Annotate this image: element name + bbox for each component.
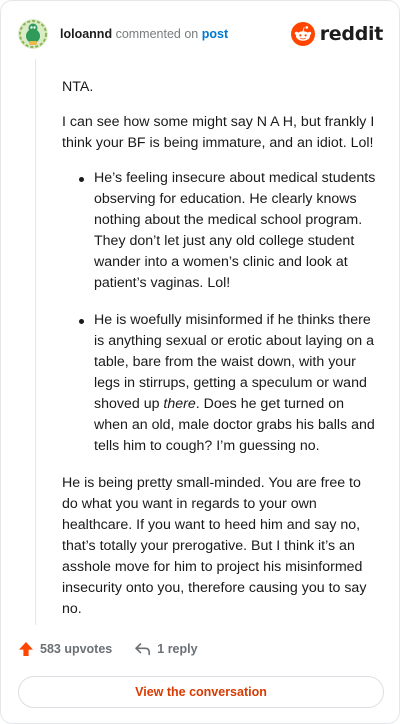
avatar-icon — [18, 19, 48, 49]
upvote-button[interactable]: 583 upvotes — [18, 641, 112, 657]
bullet-dot — [79, 177, 84, 182]
comment-paragraph: He is being pretty small-minded. You are… — [62, 475, 367, 617]
view-conversation-button[interactable]: View the conversation — [18, 676, 384, 708]
bullet-dot — [79, 319, 84, 324]
reddit-logo[interactable]: reddit — [290, 22, 384, 46]
comment-paragraph: NTA. — [62, 79, 94, 95]
reply-button[interactable]: 1 reply — [134, 642, 198, 656]
thread-line — [35, 59, 36, 625]
action-text: commented on — [115, 27, 199, 41]
comment-card: loloannd commented on post reddit NTA. I… — [0, 0, 400, 724]
reddit-wordmark: reddit — [319, 23, 384, 45]
bullet-emphasis: there — [163, 396, 196, 412]
comment-body: NTA. I can see how some might say N A H,… — [62, 77, 376, 634]
comment-paragraph: I can see how some might say N A H, but … — [62, 114, 375, 151]
list-item: He is woefully misinformed if he thinks … — [62, 310, 376, 457]
upvote-arrow-icon — [19, 642, 33, 656]
reply-arrow-icon — [135, 643, 151, 656]
comment-footer: 583 upvotes 1 reply — [18, 641, 198, 657]
username-link[interactable]: loloannd — [60, 27, 112, 41]
post-link[interactable]: post — [202, 27, 228, 41]
comment-meta: loloannd commented on post — [60, 27, 228, 41]
bullet-text: He’s feeling insecure about medical stud… — [94, 170, 376, 291]
upvote-count: 583 upvotes — [40, 642, 113, 656]
comment-header: loloannd commented on post reddit — [18, 18, 383, 50]
user-avatar[interactable] — [18, 19, 48, 49]
reply-count: 1 reply — [157, 642, 198, 656]
reddit-snoo-icon — [290, 22, 315, 46]
comment-bullet-list: He’s feeling insecure about medical stud… — [62, 168, 376, 457]
list-item: He’s feeling insecure about medical stud… — [62, 168, 376, 294]
view-conversation-label: View the conversation — [135, 685, 267, 699]
